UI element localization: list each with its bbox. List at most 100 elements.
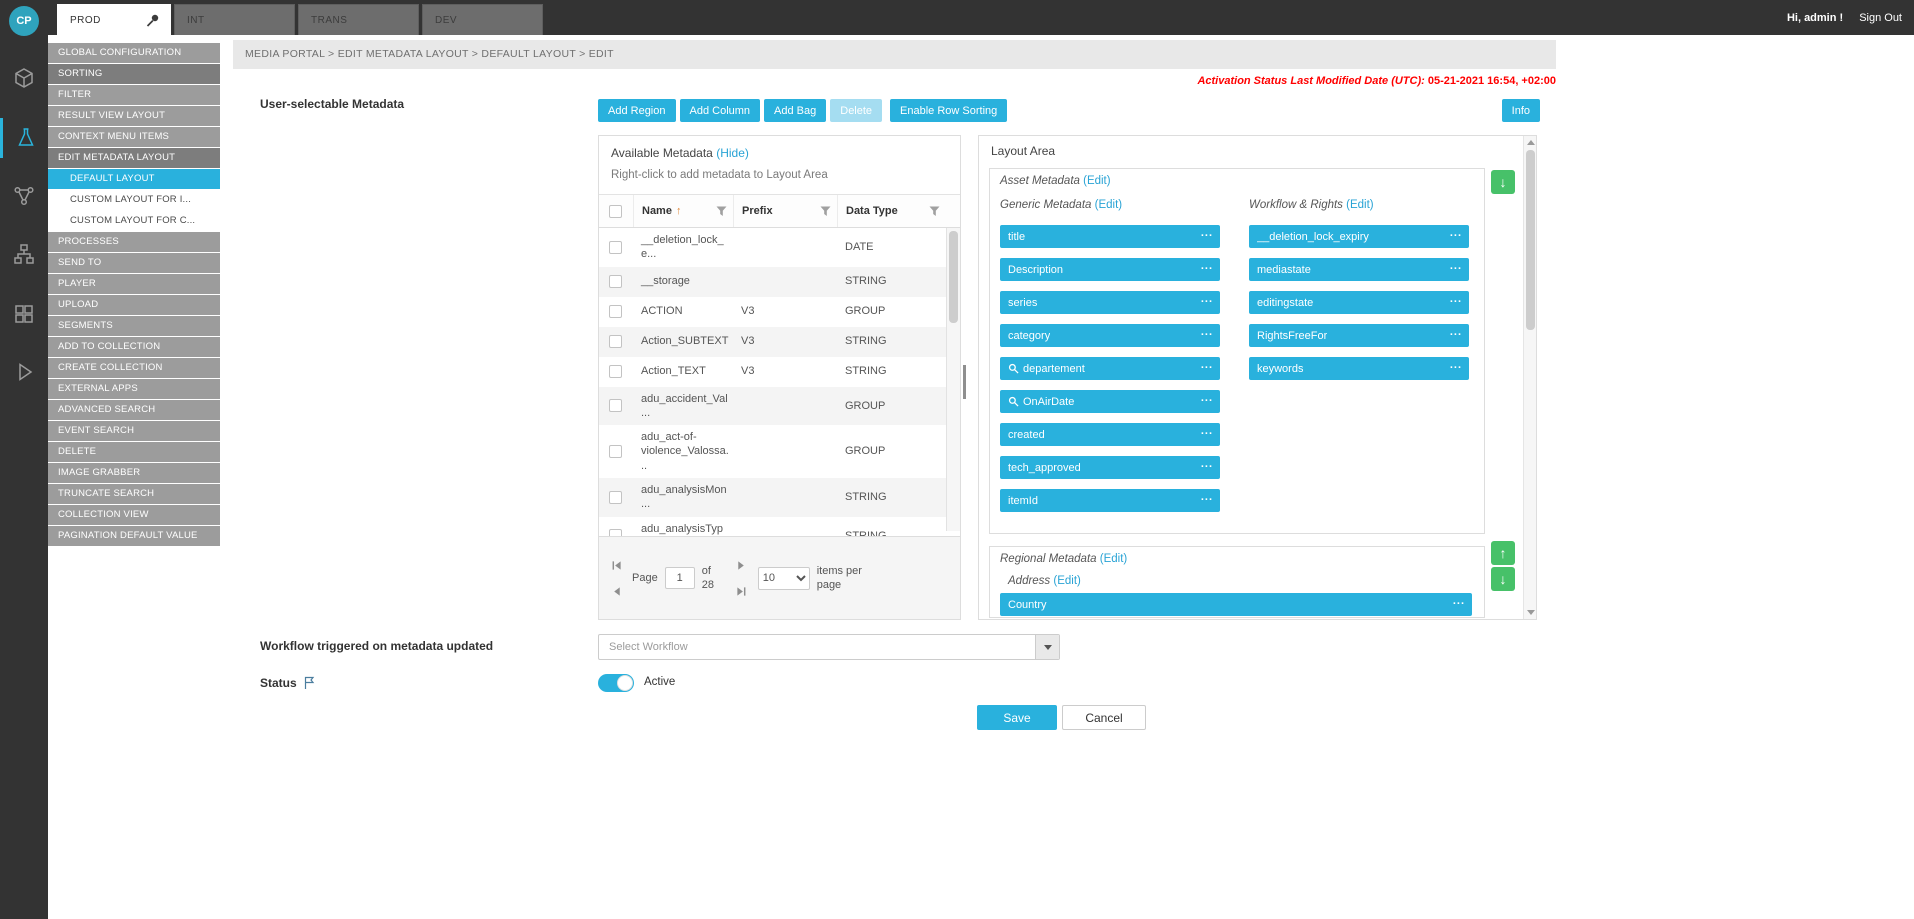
table-row[interactable]: __deletion_lock_e...DATE xyxy=(599,228,946,267)
sidebar-item-collection-view[interactable]: COLLECTION VIEW xyxy=(48,505,220,525)
grid-scrollbar-thumb[interactable] xyxy=(949,231,958,323)
select-all-checkbox[interactable] xyxy=(609,205,622,218)
metadata-chip-title[interactable]: title... xyxy=(1000,225,1220,248)
metadata-chip-departement[interactable]: departement... xyxy=(1000,357,1220,380)
chip-menu-icon[interactable]: ... xyxy=(1201,425,1213,437)
hide-link[interactable]: (Hide) xyxy=(716,146,749,160)
table-row[interactable]: Action_SUBTEXTV3STRING xyxy=(599,327,946,357)
tab-int[interactable]: INT xyxy=(174,4,295,35)
chip-menu-icon[interactable]: ... xyxy=(1450,227,1462,239)
play-icon[interactable] xyxy=(0,352,48,392)
table-row[interactable]: __storageSTRING xyxy=(599,267,946,297)
row-checkbox[interactable] xyxy=(609,241,622,254)
edit-link[interactable]: (Edit) xyxy=(1100,553,1127,565)
lab-icon[interactable] xyxy=(0,118,48,158)
move-region-down-button-2[interactable]: ↓ xyxy=(1491,567,1515,591)
table-row[interactable]: adu_act-of-violence_Valossa...GROUP xyxy=(599,425,946,478)
sidebar-item-delete[interactable]: DELETE xyxy=(48,442,220,462)
workflow-dropdown[interactable]: Select Workflow xyxy=(598,634,1060,660)
sidebar-item-filter[interactable]: FILTER xyxy=(48,85,220,105)
add-bag-button[interactable]: Add Bag xyxy=(764,99,826,122)
first-page-icon[interactable] xyxy=(607,558,625,572)
row-checkbox[interactable] xyxy=(609,335,622,348)
info-button[interactable]: Info xyxy=(1502,99,1540,122)
sidebar-item-image-grabber[interactable]: IMAGE GRABBER xyxy=(48,463,220,483)
tab-dev[interactable]: DEV xyxy=(422,4,543,35)
chip-menu-icon[interactable]: ... xyxy=(1201,392,1213,404)
flag-icon[interactable] xyxy=(303,676,315,690)
sign-out-link[interactable]: Sign Out xyxy=(1859,12,1902,24)
chip-menu-icon[interactable]: ... xyxy=(1201,458,1213,470)
sidebar-item-custom-layout-for-c[interactable]: CUSTOM LAYOUT FOR C... xyxy=(48,211,220,231)
sidebar-item-segments[interactable]: SEGMENTS xyxy=(48,316,220,336)
metadata-chip-series[interactable]: series... xyxy=(1000,291,1220,314)
chip-menu-icon[interactable]: ... xyxy=(1453,595,1465,607)
metadata-chip-deletion-lock-expiry[interactable]: __deletion_lock_expiry... xyxy=(1249,225,1469,248)
layout-scrollbar[interactable] xyxy=(1523,136,1536,619)
sidebar-item-sorting[interactable]: SORTING xyxy=(48,64,220,84)
cancel-button[interactable]: Cancel xyxy=(1062,705,1146,730)
table-row[interactable]: ACTIONV3GROUP xyxy=(599,297,946,327)
layout-scrollbar-thumb[interactable] xyxy=(1526,150,1535,330)
column-header-name[interactable]: Name ↑ xyxy=(633,195,733,227)
chip-menu-icon[interactable]: ... xyxy=(1201,491,1213,503)
edit-link[interactable]: (Edit) xyxy=(1091,199,1122,211)
sidebar-item-edit-metadata-layout[interactable]: EDIT METADATA LAYOUT xyxy=(48,148,220,168)
modules-icon[interactable] xyxy=(0,58,48,98)
row-checkbox[interactable] xyxy=(609,275,622,288)
row-checkbox[interactable] xyxy=(609,491,622,504)
edit-link[interactable]: (Edit) xyxy=(1053,575,1080,587)
sidebar-item-advanced-search[interactable]: ADVANCED SEARCH xyxy=(48,400,220,420)
move-region-up-button[interactable]: ↑ xyxy=(1491,541,1515,565)
table-row[interactable]: Action_TEXTV3STRING xyxy=(599,357,946,387)
tab-trans[interactable]: TRANS xyxy=(298,4,419,35)
sidebar-item-create-collection[interactable]: CREATE COLLECTION xyxy=(48,358,220,378)
sidebar-item-send-to[interactable]: SEND TO xyxy=(48,253,220,273)
sidebar-item-external-apps[interactable]: EXTERNAL APPS xyxy=(48,379,220,399)
sidebar-item-global-configuration[interactable]: GLOBAL CONFIGURATION xyxy=(48,43,220,63)
metadata-chip-onairdate[interactable]: OnAirDate... xyxy=(1000,390,1220,413)
sidebar-item-result-view-layout[interactable]: RESULT VIEW LAYOUT xyxy=(48,106,220,126)
sidebar-item-context-menu-items[interactable]: CONTEXT MENU ITEMS xyxy=(48,127,220,147)
app-logo[interactable]: CP xyxy=(9,6,39,36)
sidebar-item-custom-layout-for-i[interactable]: CUSTOM LAYOUT FOR I... xyxy=(48,190,220,210)
apps-icon[interactable] xyxy=(0,294,48,334)
metadata-chip-editingstate[interactable]: editingstate... xyxy=(1249,291,1469,314)
metadata-chip-itemid[interactable]: itemId... xyxy=(1000,489,1220,512)
enable-row-sorting-button[interactable]: Enable Row Sorting xyxy=(890,99,1007,122)
prev-page-icon[interactable] xyxy=(607,584,625,598)
dropdown-arrow-button[interactable] xyxy=(1035,635,1059,659)
sidebar-item-default-layout[interactable]: DEFAULT LAYOUT xyxy=(48,169,220,189)
table-row[interactable]: adu_accident_Val...GROUP xyxy=(599,387,946,426)
chip-menu-icon[interactable]: ... xyxy=(1450,326,1462,338)
metadata-chip-created[interactable]: created... xyxy=(1000,423,1220,446)
workflow-icon[interactable] xyxy=(0,176,48,216)
save-button[interactable]: Save xyxy=(977,705,1057,730)
chip-menu-icon[interactable]: ... xyxy=(1201,326,1213,338)
metadata-chip-category[interactable]: category... xyxy=(1000,324,1220,347)
hierarchy-icon[interactable] xyxy=(0,234,48,274)
status-toggle[interactable] xyxy=(598,674,634,692)
column-header-prefix[interactable]: Prefix xyxy=(733,195,837,227)
column-header-data-type[interactable]: Data Type xyxy=(837,195,946,227)
delete-button[interactable]: Delete xyxy=(830,99,882,122)
row-checkbox[interactable] xyxy=(609,305,622,318)
chip-menu-icon[interactable]: ... xyxy=(1201,359,1213,371)
table-row[interactable]: adu_analysisMon...STRING xyxy=(599,478,946,517)
row-checkbox[interactable] xyxy=(609,445,622,458)
next-page-icon[interactable] xyxy=(733,558,751,572)
add-column-button[interactable]: Add Column xyxy=(680,99,761,122)
chip-menu-icon[interactable]: ... xyxy=(1450,293,1462,305)
sidebar-item-upload[interactable]: UPLOAD xyxy=(48,295,220,315)
sidebar-item-player[interactable]: PLAYER xyxy=(48,274,220,294)
chip-menu-icon[interactable]: ... xyxy=(1201,227,1213,239)
tab-prod[interactable]: PROD xyxy=(57,4,171,35)
chip-menu-icon[interactable]: ... xyxy=(1450,260,1462,272)
metadata-chip-description[interactable]: Description... xyxy=(1000,258,1220,281)
edit-link[interactable]: (Edit) xyxy=(1083,175,1110,187)
filter-icon[interactable] xyxy=(929,206,940,217)
metadata-chip-rightsfreefor[interactable]: RightsFreeFor... xyxy=(1249,324,1469,347)
row-checkbox[interactable] xyxy=(609,365,622,378)
sidebar-item-pagination-default-value[interactable]: PAGINATION DEFAULT VALUE xyxy=(48,526,220,546)
scroll-up-icon[interactable] xyxy=(1527,140,1535,145)
